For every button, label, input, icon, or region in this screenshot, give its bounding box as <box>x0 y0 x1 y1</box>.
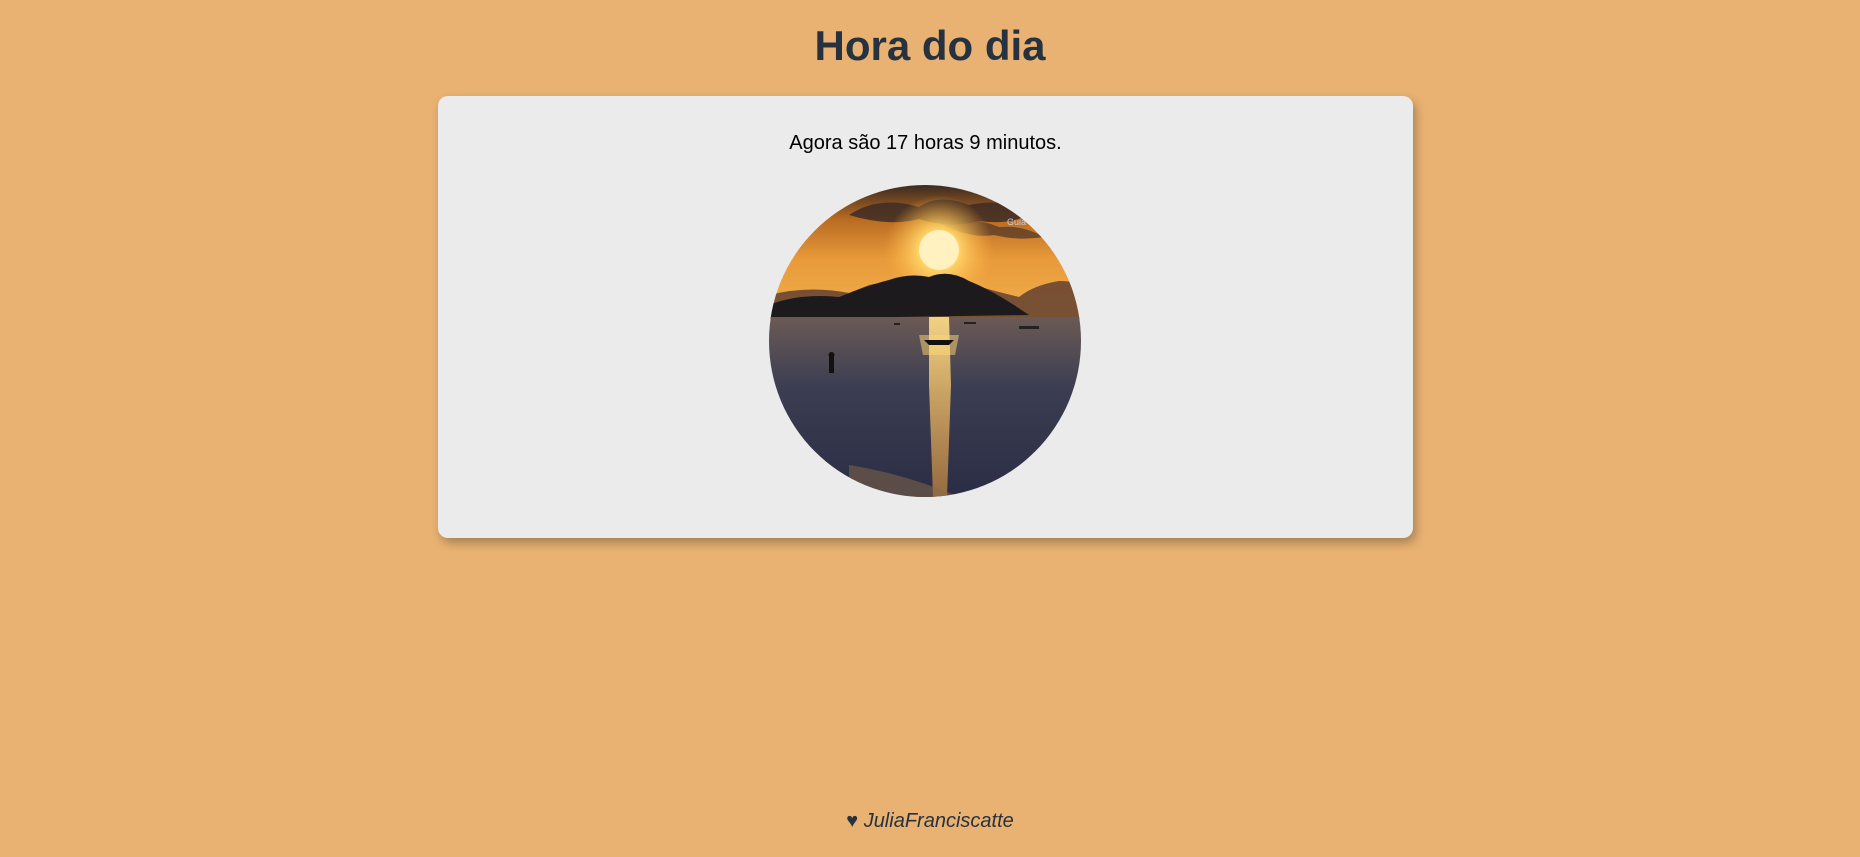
time-message: Agora são 17 horas 9 minutos. <box>789 132 1062 154</box>
author-name: JuliaFranciscatte <box>863 810 1014 832</box>
heart-icon: ♥ <box>846 810 859 832</box>
page-title: Hora do dia <box>814 22 1046 69</box>
sunset-image: Guia <box>769 185 1081 497</box>
svg-text:Guia: Guia <box>1007 217 1026 227</box>
footer-credit: ♥ JuliaFranciscatte <box>0 808 1860 834</box>
time-card: Agora são 17 horas 9 minutos. Guia <box>438 96 1413 538</box>
